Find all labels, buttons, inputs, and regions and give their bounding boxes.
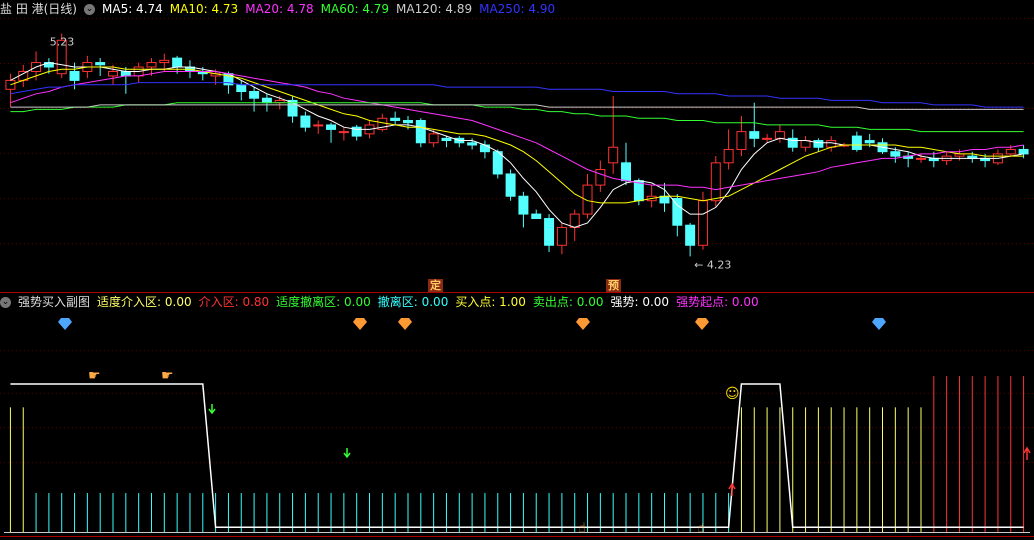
sub-bars	[4, 376, 1030, 533]
candle-body	[518, 195, 529, 215]
candle-body	[569, 213, 580, 228]
candle-body	[441, 137, 452, 142]
candle-body	[300, 115, 311, 128]
candle-body	[710, 162, 721, 202]
down-arrow-icon	[208, 404, 216, 415]
thumb-icon: ☛	[161, 368, 174, 384]
candle-body	[672, 197, 683, 226]
up-arrow-icon	[728, 482, 736, 496]
diamond-icon	[872, 318, 886, 330]
candle-body	[621, 162, 632, 182]
candle-body	[1005, 148, 1016, 155]
candle-body	[531, 213, 542, 220]
candle-body	[915, 157, 926, 160]
candle-body	[120, 70, 131, 77]
kline-chart[interactable]: 5.23 ← 4.23 ☛ ☛ ☺ ☝ ☝	[0, 0, 1034, 540]
hand-icon: ☝	[697, 521, 705, 536]
up-arrow-icon	[1023, 446, 1031, 460]
candle-body	[172, 57, 183, 68]
candle-body	[326, 124, 337, 130]
candle-body	[467, 142, 478, 146]
diamond-icon	[353, 318, 367, 330]
ma-line-ma250	[10, 82, 1024, 108]
candle-body	[723, 148, 734, 164]
diamond-icon	[398, 318, 412, 330]
candle-body	[1018, 148, 1029, 155]
candle-body	[851, 135, 862, 150]
candle-body	[595, 169, 606, 186]
ma-line-ma20	[10, 71, 1024, 191]
candle-body	[402, 119, 413, 124]
diamond-icon	[576, 318, 590, 330]
marker-yu: 预	[606, 279, 621, 292]
high-price-label: 5.23	[50, 36, 75, 49]
candle-body	[736, 131, 747, 150]
hand-icon: ☝	[578, 521, 586, 536]
candle-body	[890, 151, 901, 157]
candle-body	[774, 131, 785, 139]
grid-lines	[0, 18, 1034, 537]
smiley-icon: ☺	[725, 386, 740, 402]
ma-lines	[10, 62, 1024, 228]
candle-body	[390, 117, 401, 121]
candle-body	[697, 200, 708, 246]
candle-body	[608, 146, 619, 164]
candle-body	[249, 91, 260, 99]
candle-body	[415, 119, 426, 144]
marker-ding: 定	[428, 279, 443, 292]
candle-body	[313, 124, 324, 127]
ma-line-ma60	[10, 102, 1024, 133]
candle-body	[338, 131, 349, 134]
candle-body	[813, 140, 824, 148]
low-price-label: ← 4.23	[694, 258, 731, 271]
candle-body	[108, 70, 119, 77]
candle-body	[159, 59, 170, 64]
candle-body	[762, 137, 773, 140]
candle-body	[5, 79, 16, 90]
candle-body	[236, 84, 247, 93]
candle-body	[95, 62, 106, 66]
candle-body	[505, 173, 516, 197]
strength-line	[10, 383, 1024, 529]
down-arrow-icon	[343, 448, 351, 459]
candle-body	[146, 62, 157, 68]
diamond-icon	[695, 318, 709, 330]
candle-body	[685, 224, 696, 246]
candle-body	[261, 97, 272, 104]
candle-body	[428, 133, 439, 144]
candle-body	[544, 218, 555, 246]
candle-body	[749, 131, 760, 139]
candle-body	[479, 144, 490, 153]
candle-body	[556, 226, 567, 246]
candle-body	[864, 140, 875, 144]
candle-body	[69, 70, 80, 81]
thumb-icon: ☛	[88, 368, 101, 384]
diamond-icon	[58, 318, 72, 330]
